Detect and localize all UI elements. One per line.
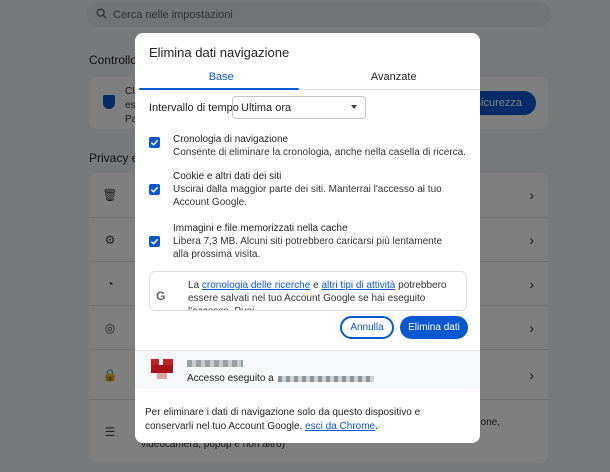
delete-data-button[interactable]: Elimina dati xyxy=(400,316,468,339)
check-icon xyxy=(150,186,159,193)
option-desc: Libera 7,3 MB. Alcuni siti potrebbero ca… xyxy=(173,236,443,260)
dialog-tabs: Base Avanzate xyxy=(135,63,480,90)
option-desc: Consente di eliminare la cronologia, anc… xyxy=(173,147,466,158)
cache-checkbox[interactable] xyxy=(149,236,160,247)
option-cache: Immagini e file memorizzati nella cache … xyxy=(149,222,466,266)
account-section: Accesso eseguito a xyxy=(135,351,480,389)
google-activity-info: G La cronologia delle ricerche e altri t… xyxy=(149,271,467,311)
check-icon xyxy=(150,238,159,245)
cookies-checkbox[interactable] xyxy=(149,184,160,195)
option-title: Cronologia di navigazione xyxy=(173,134,289,145)
account-email-redacted xyxy=(277,375,374,382)
option-desc: Uscirai dalla maggior parte dei siti. Ma… xyxy=(173,184,442,208)
search-history-link[interactable]: cronologia delle ricerche xyxy=(202,280,310,291)
tab-base[interactable]: Base xyxy=(135,63,308,90)
account-name-redacted xyxy=(187,360,243,367)
google-activity-text: La cronologia delle ricerche e altri tip… xyxy=(188,279,463,310)
other-activity-link[interactable]: altri tipi di attività xyxy=(321,280,395,291)
option-cookies: Cookie e altri dati dei siti Uscirai dal… xyxy=(149,170,466,214)
option-title: Immagini e file memorizzati nella cache xyxy=(173,223,348,234)
account-status: Accesso eseguito a xyxy=(187,373,374,384)
avatar xyxy=(151,359,173,381)
option-title: Cookie e altri dati dei siti xyxy=(173,171,282,182)
signout-link[interactable]: esci da Chrome xyxy=(305,421,375,432)
time-range-select[interactable]: Ultima ora xyxy=(232,96,366,119)
dropdown-arrow-icon xyxy=(351,105,357,109)
cancel-button[interactable]: Annulla xyxy=(340,316,394,339)
signout-footer: Per eliminare i dati di navigazione solo… xyxy=(145,406,470,434)
footer-period: . xyxy=(375,421,378,432)
account-status-text: Accesso eseguito a xyxy=(187,373,274,384)
time-range-value: Ultima ora xyxy=(241,101,292,114)
history-checkbox[interactable] xyxy=(149,137,160,148)
dialog-title: Elimina dati navigazione xyxy=(149,45,290,60)
time-range-label: Intervallo di tempo xyxy=(149,102,239,114)
option-history: Cronologia di navigazione Consente di el… xyxy=(149,133,466,163)
google-g-icon: G xyxy=(156,289,166,303)
footer-text: Per eliminare i dati di navigazione solo… xyxy=(145,407,421,432)
check-icon xyxy=(150,139,159,146)
active-tab-indicator xyxy=(139,88,299,90)
tab-advanced[interactable]: Avanzate xyxy=(308,63,481,90)
clear-browsing-data-dialog: Elimina dati navigazione Base Avanzate I… xyxy=(135,33,480,443)
info-text-pre: La xyxy=(188,280,202,291)
info-text-mid: e xyxy=(310,280,322,291)
